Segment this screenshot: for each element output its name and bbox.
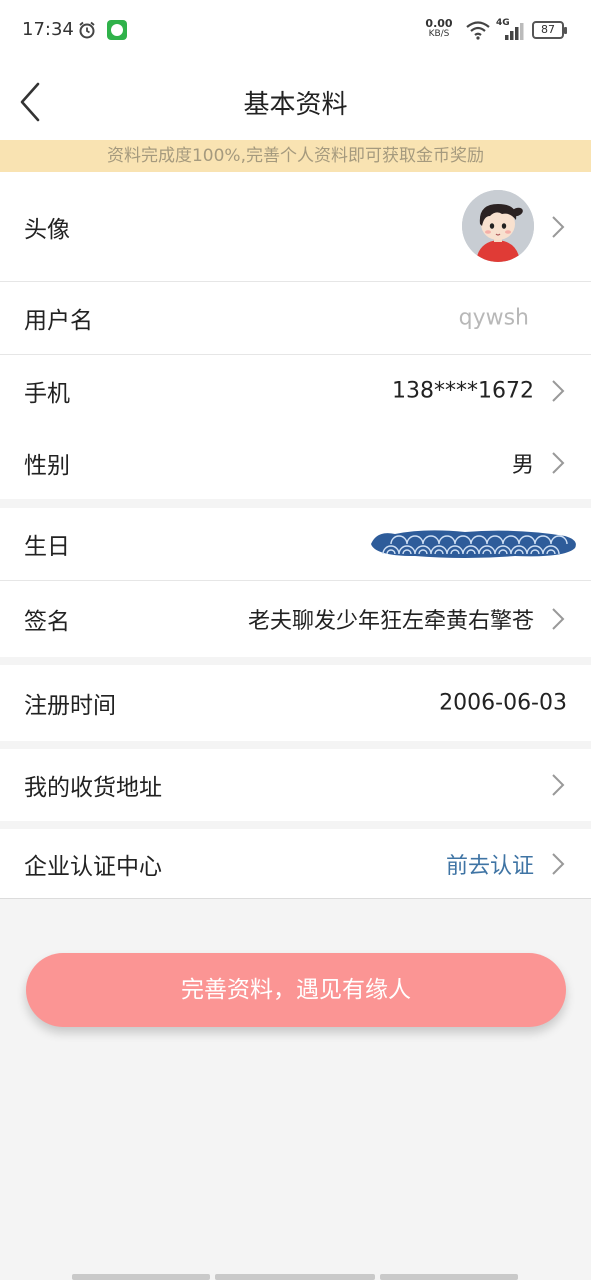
avatar — [462, 190, 534, 262]
row-label-gender: 性别 — [24, 453, 70, 479]
signal-icon: 4G — [496, 18, 526, 40]
enterprise-link[interactable]: 前去认证 — [446, 848, 534, 880]
row-signature[interactable]: 签名 老夫聊发少年狂左牵黄右擎苍 — [0, 581, 591, 657]
chevron-right-icon — [552, 608, 565, 630]
row-phone[interactable]: 手机 138****1672 — [0, 355, 591, 427]
row-enterprise[interactable]: 企业认证中心 前去认证 — [0, 829, 591, 899]
home-indicator — [380, 1274, 518, 1280]
chevron-right-icon — [552, 853, 565, 875]
row-register-time: 注册时间 2006-06-03 — [0, 665, 591, 741]
row-label-register-time: 注册时间 — [24, 693, 116, 719]
signature-value: 老夫聊发少年狂左牵黄右擎苍 — [247, 609, 534, 634]
chevron-right-icon — [552, 774, 565, 796]
register-time-value: 2006-06-03 — [439, 690, 567, 716]
completion-banner: 资料完成度100%,完善个人资料即可获取金币奖励 — [0, 140, 591, 172]
app-notification-icon — [107, 20, 127, 40]
home-indicator — [72, 1274, 210, 1280]
status-time: 17:34 — [22, 19, 74, 40]
row-label-phone: 手机 — [24, 381, 70, 407]
row-address[interactable]: 我的收货地址 — [0, 749, 591, 821]
row-label-address: 我的收货地址 — [24, 775, 162, 801]
chevron-right-icon — [552, 215, 565, 238]
alarm-icon — [79, 21, 95, 39]
header: 基本资料 — [0, 62, 591, 140]
complete-profile-button[interactable]: 完善资料，遇见有缘人 — [26, 953, 566, 1027]
status-bar: 17:34 0.00 KB/S 4G 87 — [0, 0, 591, 62]
row-label-birthday: 生日 — [24, 534, 70, 560]
row-label-enterprise: 企业认证中心 — [24, 854, 162, 880]
divider — [0, 898, 591, 899]
row-username: 用户名 qywsh — [0, 282, 591, 354]
row-avatar[interactable]: 头像 — [0, 172, 591, 281]
network-speed: 0.00 KB/S — [424, 18, 454, 40]
gender-value: 男 — [511, 453, 534, 478]
row-label-username: 用户名 — [24, 308, 93, 334]
chevron-right-icon — [552, 452, 565, 474]
row-birthday[interactable]: 生日 — [0, 508, 591, 580]
username-value: qywsh — [458, 305, 529, 331]
battery-icon: 87 — [532, 21, 567, 39]
row-gender[interactable]: 性别 男 — [0, 427, 591, 499]
wifi-icon — [466, 21, 490, 40]
row-label-signature: 签名 — [24, 609, 70, 635]
page-title: 基本资料 — [243, 90, 348, 120]
chevron-right-icon — [552, 380, 565, 402]
phone-value: 138****1672 — [392, 378, 534, 404]
network-speed-unit: KB/S — [428, 29, 450, 39]
battery-level: 87 — [541, 23, 555, 36]
redaction-scribble — [371, 530, 576, 558]
home-indicator — [215, 1274, 375, 1280]
row-label-avatar: 头像 — [24, 216, 70, 243]
